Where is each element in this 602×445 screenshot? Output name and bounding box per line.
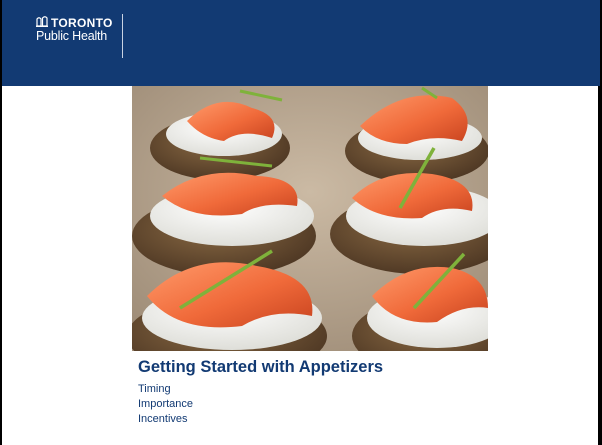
header-bar: TORONTO Public Health (2, 0, 600, 86)
logo-text-toronto: TORONTO (51, 15, 113, 30)
slide-title: Getting Started with Appetizers (138, 358, 384, 376)
logo-text-public-health: Public Health (36, 29, 108, 43)
bullet-list: Timing Importance Incentives (138, 382, 193, 427)
toronto-public-health-logo: TORONTO Public Health (36, 16, 113, 43)
salmon-appetizer-photo (132, 86, 488, 351)
list-item: Timing (138, 383, 171, 395)
city-hall-icon (36, 16, 48, 29)
list-item: Incentives (138, 413, 188, 425)
slide: TORONTO Public Health Getting Started wi… (0, 0, 600, 445)
list-item: Importance (138, 398, 194, 410)
header-divider (122, 14, 123, 58)
